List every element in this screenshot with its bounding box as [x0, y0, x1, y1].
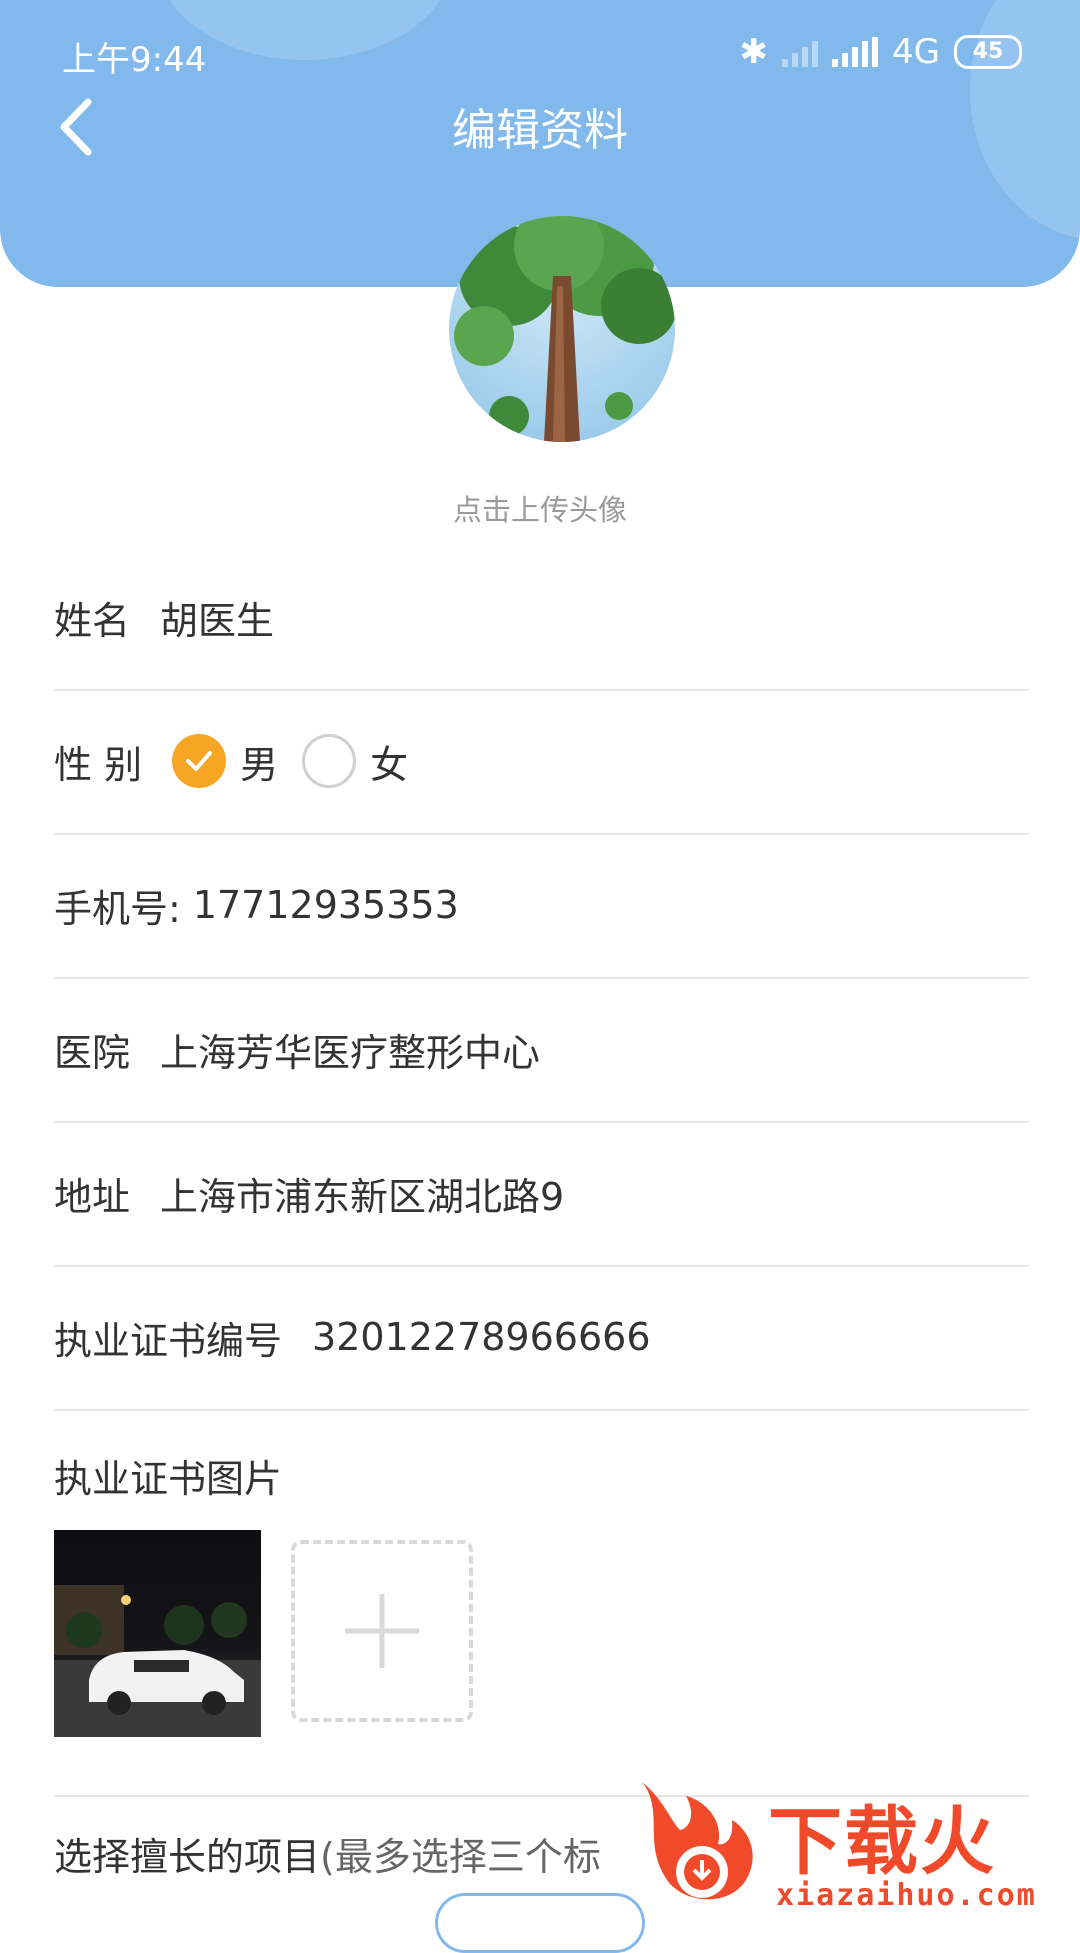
plus-icon: [345, 1594, 419, 1668]
bluetooth-icon: ✱: [739, 32, 769, 72]
gender-row: 性 别 男 女: [54, 689, 1029, 835]
phone-value[interactable]: 17712935353: [193, 883, 459, 927]
name-label: 姓名: [54, 598, 131, 643]
status-icons: ✱ 4G 45: [740, 32, 1022, 72]
gender-female-radio[interactable]: [302, 734, 357, 788]
license-number-value[interactable]: 32012278966666: [312, 1315, 650, 1359]
avatar-image: [454, 216, 675, 442]
skills-label-sub: (最多选择三个标: [320, 1835, 601, 1879]
hospital-value[interactable]: 上海芳华医疗整形中心: [160, 1022, 540, 1077]
hospital-row[interactable]: 医院 上海芳华医疗整形中心: [54, 977, 1029, 1123]
battery-icon: 45: [954, 35, 1022, 69]
signal-sim2-icon: [832, 37, 879, 67]
status-bar: 上午9:44 ✱ 4G 45: [0, 26, 1080, 80]
gender-male-radio[interactable]: [172, 734, 227, 788]
watermark-text: 下载火: [768, 1799, 996, 1885]
skill-tag-button[interactable]: [435, 1893, 645, 1953]
watermark: 下载火 xiazaihuo.com: [640, 1780, 1080, 1920]
status-time: 上午9:44: [62, 40, 207, 80]
gender-label: 性 别: [54, 742, 143, 787]
gender-male-label[interactable]: 男: [240, 734, 278, 789]
phone-row[interactable]: 手机号: 17712935353: [54, 833, 1029, 979]
license-number-row[interactable]: 执业证书编号 32012278966666: [54, 1265, 1029, 1411]
address-label: 地址: [54, 1174, 131, 1219]
gender-female-label[interactable]: 女: [370, 734, 408, 789]
network-type: 4G: [892, 32, 940, 72]
name-value[interactable]: 胡医生: [160, 590, 274, 645]
phone-label: 手机号:: [54, 886, 181, 931]
upload-avatar-hint[interactable]: 点击上传头像: [0, 487, 1080, 529]
add-license-image-button[interactable]: [291, 1540, 473, 1722]
name-row[interactable]: 姓名 胡医生: [54, 545, 1029, 691]
license-number-label: 执业证书编号: [54, 1318, 283, 1363]
page-title: 编辑资料: [452, 105, 628, 156]
license-image-label: 执业证书图片: [54, 1457, 283, 1501]
address-value[interactable]: 上海市浦东新区湖北路9: [160, 1166, 564, 1221]
license-image-thumbnail[interactable]: [54, 1530, 261, 1737]
hospital-label: 医院: [54, 1030, 131, 1075]
car-photo: [54, 1585, 261, 1737]
avatar-upload[interactable]: [449, 216, 675, 442]
flame-logo-icon: [642, 1782, 753, 1900]
skills-label-main: 选择擅长的项目: [54, 1835, 321, 1879]
skills-label: 选择擅长的项目(最多选择三个标: [54, 1826, 601, 1881]
address-row[interactable]: 地址 上海市浦东新区湖北路9: [54, 1121, 1029, 1267]
check-icon: [186, 751, 213, 771]
watermark-url: xiazaihuo.com: [776, 1878, 1037, 1913]
signal-sim1-icon: [782, 37, 819, 67]
